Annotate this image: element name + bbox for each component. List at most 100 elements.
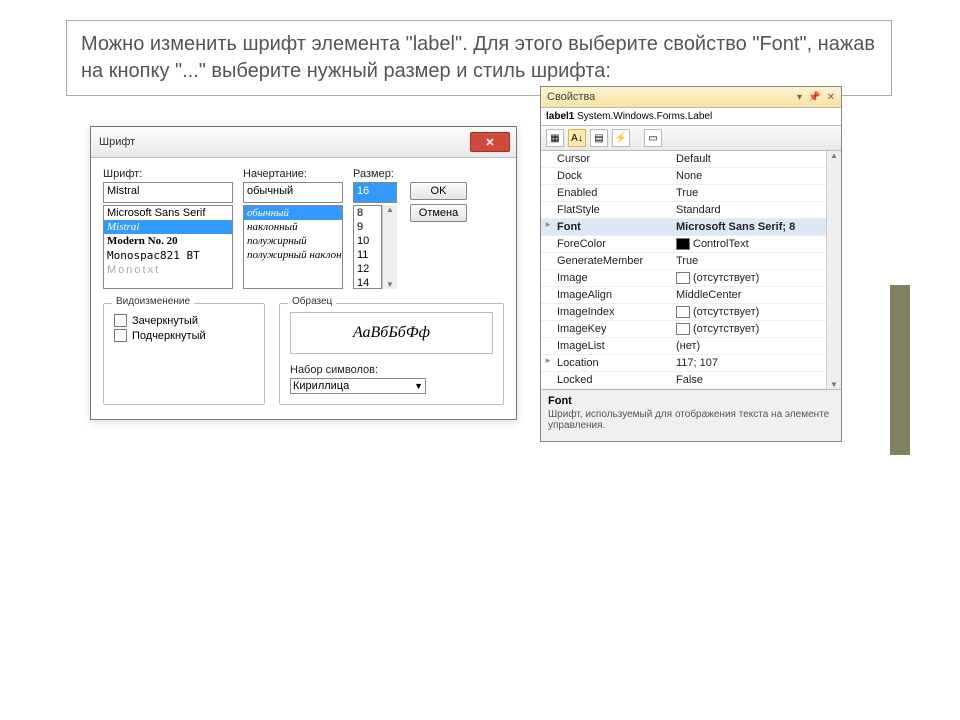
expander-icon[interactable]: ▸ [541,219,555,235]
property-row[interactable]: ImageList(нет) [541,338,826,355]
style-input[interactable]: обычный [243,182,343,203]
effects-caption: Видоизменение [112,296,194,307]
toolbar: ▦ A↓ ▤ ⚡ ▭ [541,126,841,151]
property-row[interactable]: EnabledTrue [541,185,826,202]
property-name: Enabled [555,185,674,201]
expander-icon[interactable] [541,168,555,184]
events-button[interactable]: ⚡ [612,129,630,147]
color-swatch [676,272,690,284]
scrollbar[interactable]: ▲▼ [382,205,397,289]
property-value[interactable]: False [674,372,826,388]
expander-icon[interactable] [541,202,555,218]
categorized-button[interactable]: ▦ [546,129,564,147]
list-item[interactable]: Monospac821 BT [104,248,232,263]
alphabetical-button[interactable]: A↓ [568,129,586,147]
expander-icon[interactable] [541,236,555,252]
strikeout-checkbox[interactable]: Зачеркнутый [114,314,254,327]
property-row[interactable]: Image(отсутствует) [541,270,826,287]
property-value[interactable]: Standard [674,202,826,218]
list-item[interactable]: полужирный наклонный [244,248,342,262]
list-item[interactable]: 11 [354,248,381,262]
property-value[interactable]: (отсутствует) [674,321,826,337]
list-item[interactable]: 9 [354,220,381,234]
list-item[interactable]: Monotxt [104,263,232,277]
property-value[interactable]: True [674,253,826,269]
property-row[interactable]: GenerateMemberTrue [541,253,826,270]
close-icon[interactable]: ✕ [827,92,835,103]
size-listbox[interactable]: 8 9 10 11 12 14 16 [353,205,382,289]
property-value[interactable]: MiddleCenter [674,287,826,303]
property-value[interactable]: (отсутствует) [674,304,826,320]
property-grid[interactable]: CursorDefaultDockNoneEnabledTrueFlatStyl… [541,151,826,389]
list-item[interactable]: Modern No. 20 [104,234,232,248]
expander-icon[interactable] [541,304,555,320]
list-item[interactable]: полужирный [244,234,342,248]
titlebar[interactable]: Шрифт ✕ [91,127,516,158]
list-item[interactable]: Microsoft Sans Serif [104,206,232,220]
chevron-up-icon: ▲ [830,151,838,160]
style-listbox[interactable]: обычный наклонный полужирный полужирный … [243,205,343,289]
list-item[interactable]: 8 [354,206,381,220]
property-name: FlatStyle [555,202,674,218]
desc-name: Font [548,395,834,407]
pin-icon[interactable]: 📌 [808,92,820,103]
property-value[interactable]: Microsoft Sans Serif; 8 [674,219,826,235]
chevron-down-icon: ▼ [830,380,838,389]
script-combo[interactable]: Кириллица ▼ [290,378,426,394]
property-pages-button[interactable]: ▭ [644,129,662,147]
size-input[interactable]: 16 [353,182,397,203]
expander-icon[interactable] [541,253,555,269]
cancel-button[interactable]: Отмена [410,204,467,222]
property-value[interactable]: (нет) [674,338,826,354]
property-row[interactable]: ImageAlignMiddleCenter [541,287,826,304]
property-row[interactable]: ▸FontMicrosoft Sans Serif; 8 [541,219,826,236]
list-item[interactable]: Mistral [104,220,232,234]
property-name: ImageList [555,338,674,354]
font-input[interactable]: Mistral [103,182,233,203]
property-row[interactable]: CursorDefault [541,151,826,168]
property-row[interactable]: ForeColorControlText [541,236,826,253]
property-row[interactable]: LockedFalse [541,372,826,389]
color-swatch [676,306,690,318]
property-value[interactable]: Default [674,151,826,167]
property-row[interactable]: ImageIndex(отсутствует) [541,304,826,321]
property-value[interactable]: ControlText [674,236,826,252]
sample-preview: АаВбБбФф [290,312,493,354]
font-listbox[interactable]: Microsoft Sans Serif Mistral Modern No. … [103,205,233,289]
list-item[interactable]: наклонный [244,220,342,234]
expander-icon[interactable] [541,321,555,337]
property-value[interactable]: True [674,185,826,201]
property-value[interactable]: 117; 107 [674,355,826,371]
expander-icon[interactable]: ▸ [541,355,555,371]
property-row[interactable]: FlatStyleStandard [541,202,826,219]
ok-button[interactable]: OK [410,182,467,200]
property-name: ImageIndex [555,304,674,320]
expander-icon[interactable] [541,270,555,286]
properties-button[interactable]: ▤ [590,129,608,147]
size-label: Размер: [353,168,397,180]
property-row[interactable]: ▸Location117; 107 [541,355,826,372]
property-row[interactable]: ImageKey(отсутствует) [541,321,826,338]
close-button[interactable]: ✕ [470,132,510,152]
underline-checkbox[interactable]: Подчеркнутый [114,329,254,342]
expander-icon[interactable] [541,338,555,354]
list-item[interactable]: 14 [354,276,381,289]
list-item[interactable]: 10 [354,234,381,248]
description-area: Font Шрифт, используемый для отображения… [541,389,841,441]
dropdown-icon[interactable]: ▾ [797,92,802,103]
property-row[interactable]: DockNone [541,168,826,185]
list-item[interactable]: обычный [244,206,342,220]
expander-icon[interactable] [541,287,555,303]
property-name: Cursor [555,151,674,167]
scrollbar[interactable]: ▲▼ [826,151,841,389]
chevron-down-icon: ▼ [414,381,423,391]
property-value[interactable]: (отсутствует) [674,270,826,286]
property-value[interactable]: None [674,168,826,184]
instruction-box: Можно изменить шрифт элемента "label". Д… [66,20,892,96]
expander-icon[interactable] [541,151,555,167]
panel-header[interactable]: Свойства ▾ 📌 ✕ [541,87,841,108]
expander-icon[interactable] [541,372,555,388]
object-selector[interactable]: label1 System.Windows.Forms.Label [541,108,841,126]
list-item[interactable]: 12 [354,262,381,276]
expander-icon[interactable] [541,185,555,201]
